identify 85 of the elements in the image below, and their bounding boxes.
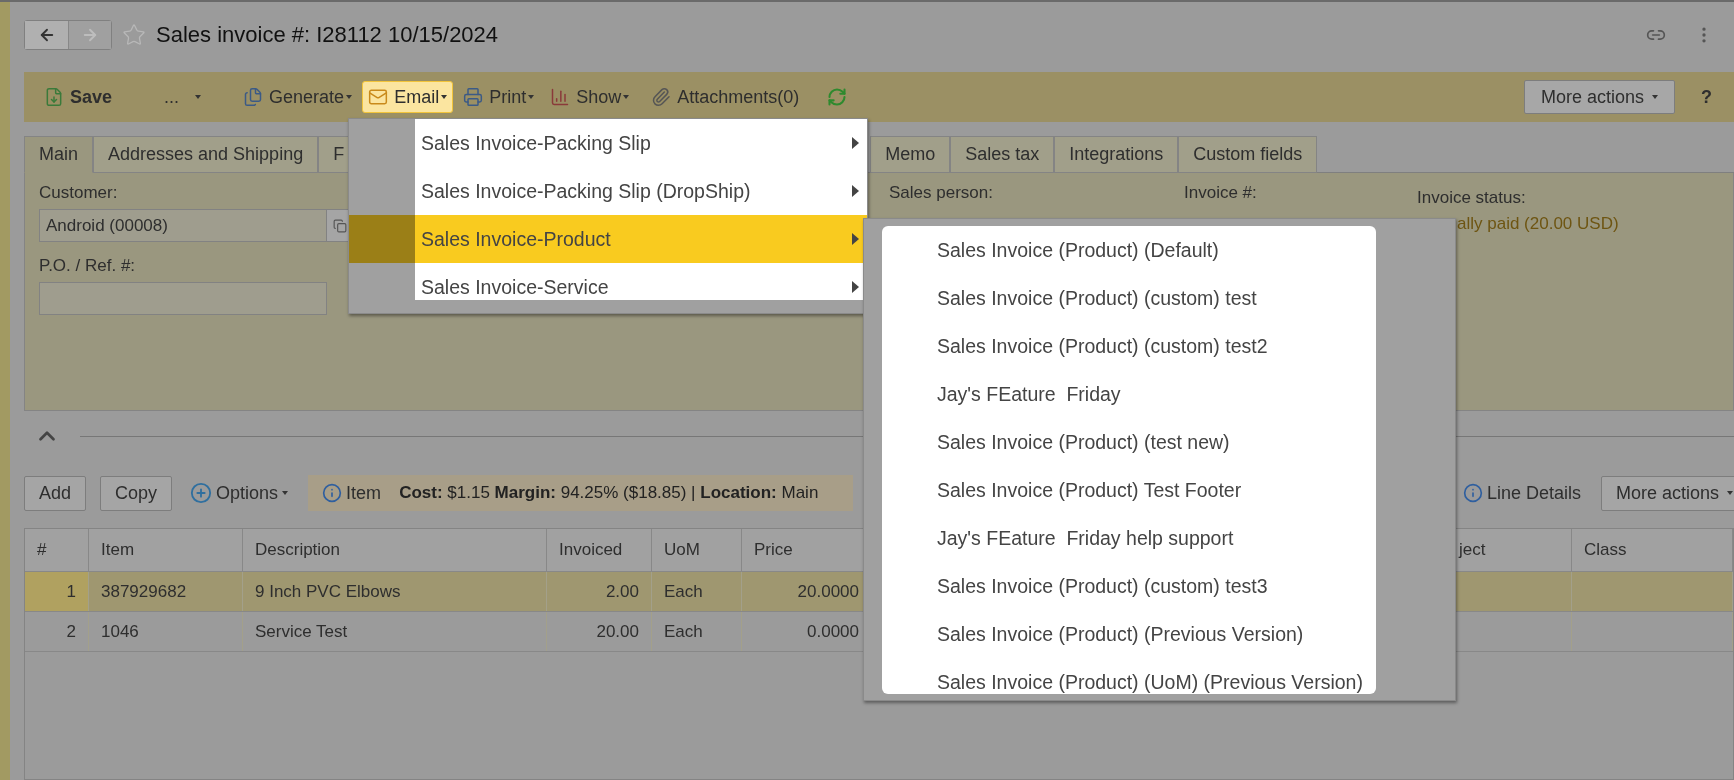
line-details-button[interactable]: Line Details [1458, 482, 1585, 504]
tab[interactable]: Integrations [1054, 136, 1179, 173]
show-button[interactable]: Show [544, 81, 636, 113]
menu-item[interactable]: Jay's FEature Friday [882, 370, 1372, 418]
menu-item[interactable]: Sales Invoice (Product) (Default) [882, 226, 1372, 274]
item-summary: Cost: $1.15 Margin: 94.25% ($18.85) | Location: Main [399, 483, 819, 503]
printer-icon [463, 87, 484, 107]
menu-item[interactable]: Sales Invoice-Packing Slip [415, 119, 867, 167]
column-header[interactable]: Invoiced [559, 540, 623, 560]
submenu-arrow-icon [852, 185, 859, 197]
print-button[interactable]: Print [457, 81, 541, 113]
menu-item[interactable]: Sales Invoice (Product) (custom) test3 [882, 562, 1372, 610]
caret-icon [1652, 95, 1658, 99]
caret-icon [528, 95, 535, 99]
help-button[interactable]: ? [1701, 86, 1712, 108]
table-cell: Service Test [243, 612, 547, 651]
forward-arrow-icon [81, 26, 99, 44]
menu-item[interactable]: Sales Invoice-Product [415, 215, 867, 263]
column-header[interactable]: ject [1459, 540, 1486, 560]
menu-item[interactable]: Sales Invoice (Product) (custom) test2 [882, 322, 1372, 370]
column-header[interactable]: Description [255, 540, 341, 560]
star-icon[interactable] [122, 23, 146, 47]
chart-icon [550, 87, 571, 107]
menu-item[interactable]: Sales Invoice (Product) (UoM) (Previous Version) [882, 658, 1372, 706]
table-cell: 387929682 [89, 572, 243, 611]
menu-item[interactable]: Sales Invoice-Packing Slip (DropShip) [415, 167, 867, 215]
menu-item[interactable]: Jay's FEature Friday help support [882, 514, 1372, 562]
tab[interactable]: Memo [870, 136, 951, 173]
envelope-icon [368, 87, 389, 107]
column-header[interactable]: UoM [664, 540, 700, 560]
field-label: Customer: [39, 183, 118, 203]
copy-icon [332, 218, 347, 233]
info-icon [322, 483, 343, 503]
tab[interactable]: Addresses and Shipping [93, 136, 319, 173]
tab[interactable]: Sales tax [950, 136, 1055, 173]
caret-icon [282, 491, 289, 495]
table-cell: 2.00 [547, 572, 652, 611]
documents-icon [243, 87, 264, 107]
field-label: P.O. / Ref. #: [39, 256, 136, 276]
caret-icon [1727, 491, 1733, 495]
menu-item[interactable]: Sales Invoice (Product) (test new) [882, 418, 1372, 466]
email-button[interactable]: Email [362, 81, 454, 113]
tab[interactable]: Main [24, 136, 93, 173]
column-header[interactable]: Price [754, 540, 793, 560]
menu-item[interactable]: Sales Invoice (Product) (custom) test [882, 274, 1372, 322]
customer-field[interactable]: Android (00008) [39, 209, 327, 242]
more-actions-button[interactable]: More actions [1600, 475, 1734, 511]
reference-field[interactable] [39, 282, 327, 315]
field-label: Invoice #: [1184, 183, 1257, 203]
save-icon [44, 87, 64, 107]
field-label: Invoice status: [1417, 188, 1526, 208]
info-icon [1462, 483, 1483, 503]
attachments-button[interactable]: Attachments(0) [645, 81, 806, 113]
caret-icon [441, 95, 448, 99]
more-actions-button[interactable]: More actions [1523, 80, 1675, 114]
item-info-button[interactable]: Item [318, 482, 386, 504]
caret-icon [195, 95, 202, 99]
save-button[interactable]: Save [38, 81, 119, 113]
column-header[interactable]: # [37, 540, 47, 560]
table-cell: 20.00 [547, 612, 652, 651]
status-text: ally paid (20.00 USD) [1457, 214, 1619, 234]
generate-button[interactable]: Generate [237, 81, 359, 113]
table-cell: Each [652, 612, 742, 651]
page-title: Sales invoice #: I28112 10/15/2024 [156, 22, 500, 48]
table-cell: 1046 [89, 612, 243, 651]
menu-item[interactable]: Sales Invoice (Product) (Previous Version) [882, 610, 1372, 658]
caret-icon [346, 95, 353, 99]
refresh-icon[interactable] [827, 87, 848, 107]
table-cell: 2 [25, 612, 89, 651]
copy-button[interactable]: Copy [100, 475, 173, 511]
table-cell: 9 Inch PVC Elbows [243, 572, 547, 611]
paperclip-icon [651, 87, 672, 107]
submenu-arrow-icon [852, 137, 859, 149]
caret-icon [623, 95, 630, 99]
column-header[interactable]: Item [101, 540, 135, 560]
table-cell: 1 [25, 572, 89, 611]
tab[interactable]: Custom fields [1178, 136, 1318, 173]
table-cell: Each [652, 572, 742, 611]
column-header[interactable]: Class [1584, 540, 1627, 560]
field-label: Sales person: [889, 183, 993, 203]
menu-item[interactable]: Sales Invoice (Product) Test Footer [882, 466, 1372, 514]
back-button[interactable] [25, 21, 68, 49]
more-button[interactable]: ... [158, 81, 208, 113]
options-button[interactable]: Options [186, 482, 293, 504]
add-button[interactable]: Add [24, 475, 87, 511]
